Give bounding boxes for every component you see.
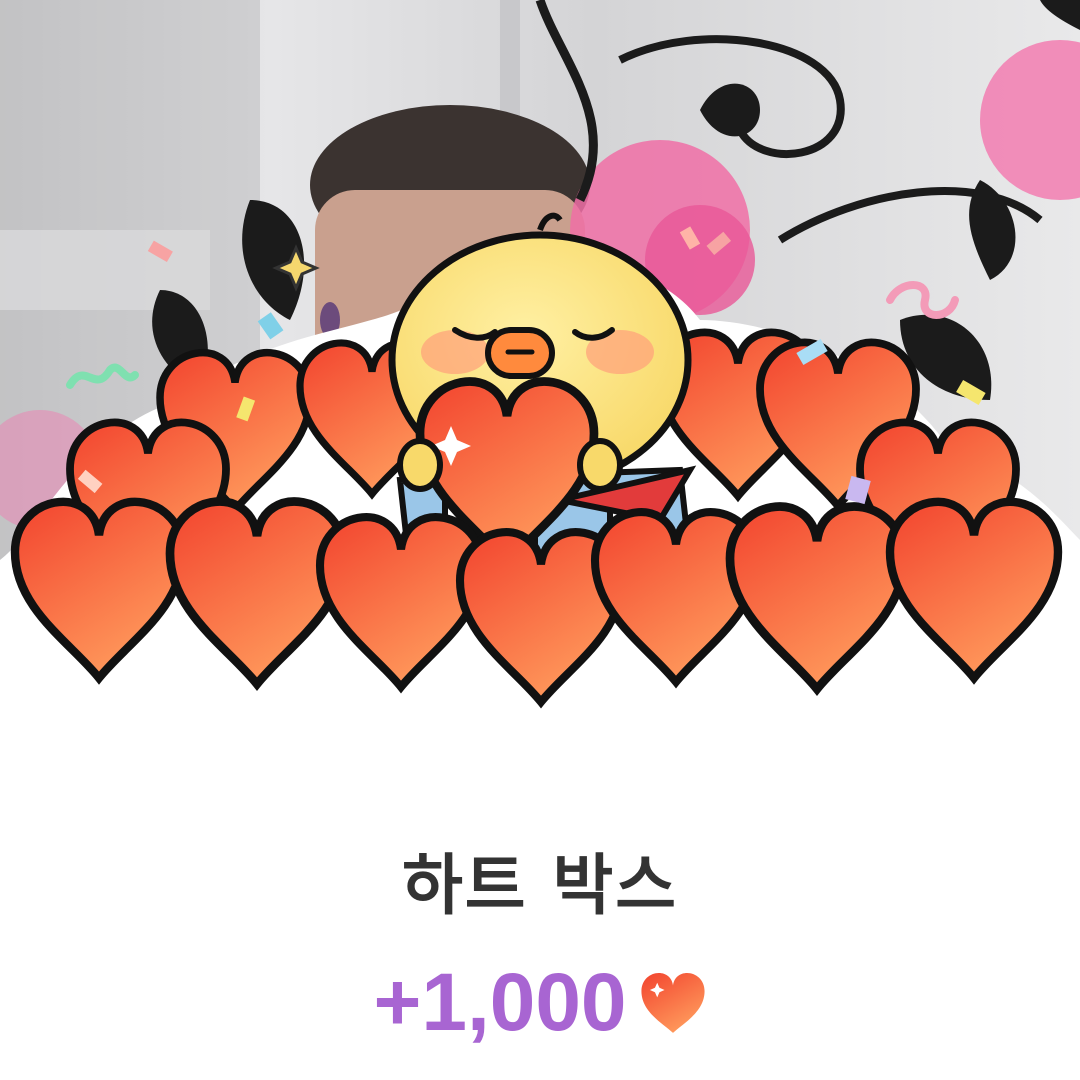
reward-amount-row: +1,000 xyxy=(0,962,1080,1044)
reward-amount: +1,000 xyxy=(373,957,627,1048)
gift-result-screen: 하트 박스 +1,000 xyxy=(0,0,1080,1080)
heart-box-illustration xyxy=(0,212,1080,720)
gift-title: 하트 박스 xyxy=(402,847,678,924)
heart-icon xyxy=(640,972,705,1033)
